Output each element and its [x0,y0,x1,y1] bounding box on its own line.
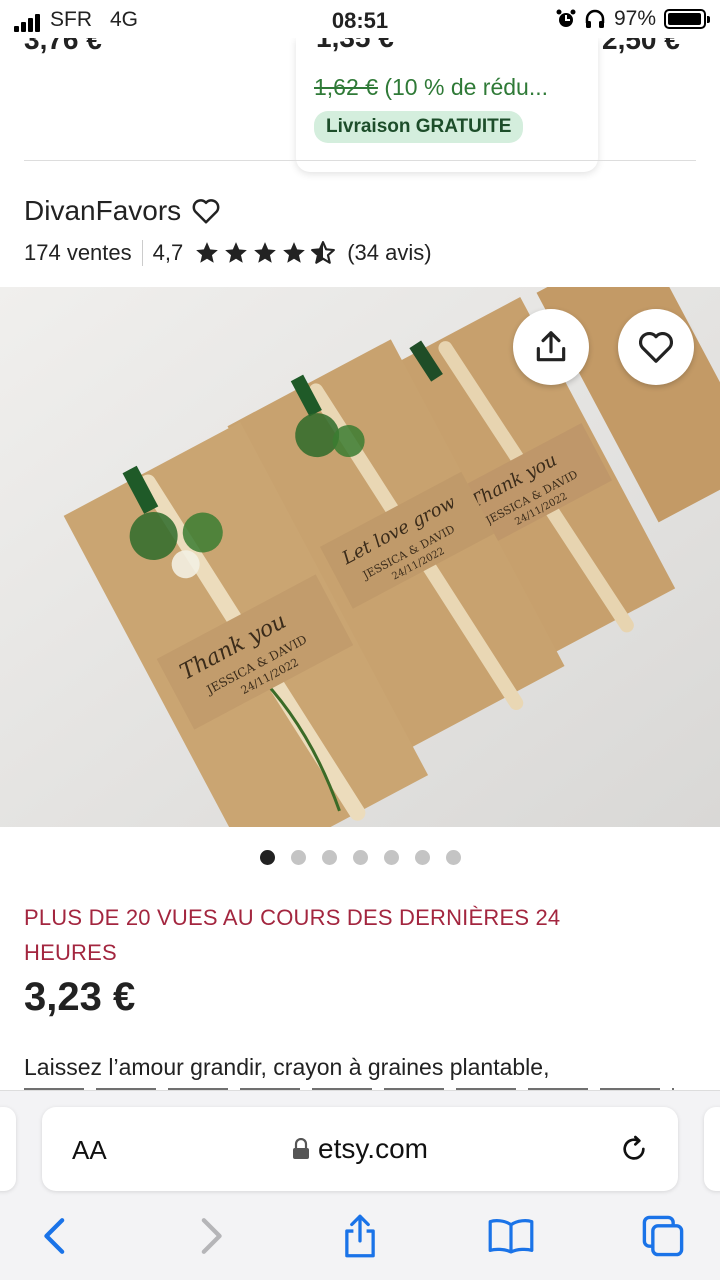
share-icon [345,1214,375,1258]
share-button[interactable] [513,309,589,385]
forward-button[interactable] [186,1211,236,1261]
book-icon [488,1219,534,1254]
url-text: etsy.com [318,1133,428,1164]
heart-outline-icon [639,331,673,363]
battery-icon [664,9,710,29]
battery-fill [668,13,701,25]
price: 3,23 € [24,975,136,1019]
views-banner: PLUS DE 20 VUES AU COURS DES DERNIÈRES 2… [24,905,561,965]
star-icon [283,242,306,263]
carousel-dot[interactable] [290,850,306,865]
free-shipping-badge: Livraison GRATUITE [314,111,524,143]
related-discount: (10 % de rédu... [377,74,548,100]
battery-percent: 97% [613,7,656,30]
previous-tab-card[interactable] [0,1107,16,1191]
share-icon [536,331,566,362]
address-bar[interactable]: AA etsy.com [42,1107,678,1191]
carousel-dots[interactable] [0,850,720,865]
star-icon [196,242,219,263]
star-icon [225,242,248,263]
rating-stars [193,240,337,266]
alarm-icon [556,9,576,27]
status-bar: SFR 4G 08:51 97% [0,0,720,38]
related-listings-strip[interactable]: 3,76 € 1,35 € 1,62 € (10 % de rédu... Li… [0,20,720,172]
sales-count: 174 ventes [24,240,132,265]
carousel-dot[interactable] [414,850,430,865]
shop-name[interactable]: DivanFavors [24,195,181,227]
carousel-dot[interactable] [321,850,337,865]
related-listing-card[interactable]: 1,35 € 1,62 € (10 % de rédu... Livraison… [296,22,598,172]
url-field[interactable]: etsy.com [42,1133,678,1165]
product-image[interactable]: Thank you JESSICA & DAVID 24/11/2022 Let… [0,287,720,827]
star-icon [254,242,277,263]
separator [141,240,143,266]
status-right: 97% [556,7,710,31]
lock-icon [293,1138,310,1159]
rating-number: 4,7 [152,240,184,265]
back-button[interactable] [30,1211,80,1261]
headphones-icon [585,9,605,28]
product-photo-illustration: Thank you JESSICA & DAVID 24/11/2022 Let… [0,287,720,827]
page: SFR 4G 08:51 97% 3,76 € 1,35 € 1,62 € (1… [0,0,720,1280]
chevron-right-icon [201,1218,222,1254]
reload-button[interactable] [618,1133,650,1170]
tabs-button[interactable] [638,1211,688,1261]
carousel-dot[interactable] [445,850,461,865]
description: Laissez l’amour grandir, crayon à graine… [24,1054,550,1080]
tabs-icon [642,1215,684,1257]
browser-chrome: AA etsy.com [0,1090,720,1280]
browser-toolbar [0,1211,720,1261]
bookmarks-button[interactable] [486,1211,536,1261]
next-tab-card[interactable] [704,1107,720,1191]
favorite-button[interactable] [618,309,694,385]
chevron-left-icon [44,1218,65,1254]
shop-name-row[interactable]: DivanFavors [24,195,221,227]
related-original-price: 1,62 € [314,74,378,100]
carousel-dot[interactable] [352,850,368,865]
carousel-dot[interactable] [259,850,275,865]
divider [24,160,696,161]
heart-outline-icon[interactable] [191,197,221,225]
related-original-price-row: 1,62 € (10 % de rédu... [314,74,580,101]
review-count[interactable]: (34 avis) [347,240,431,266]
shop-stats[interactable]: 174 ventes 4,7 (34 avis) [24,240,432,266]
carousel-dot[interactable] [383,850,399,865]
star-half-icon [311,241,336,264]
reload-icon [623,1135,645,1160]
share-page-button[interactable] [335,1211,385,1261]
